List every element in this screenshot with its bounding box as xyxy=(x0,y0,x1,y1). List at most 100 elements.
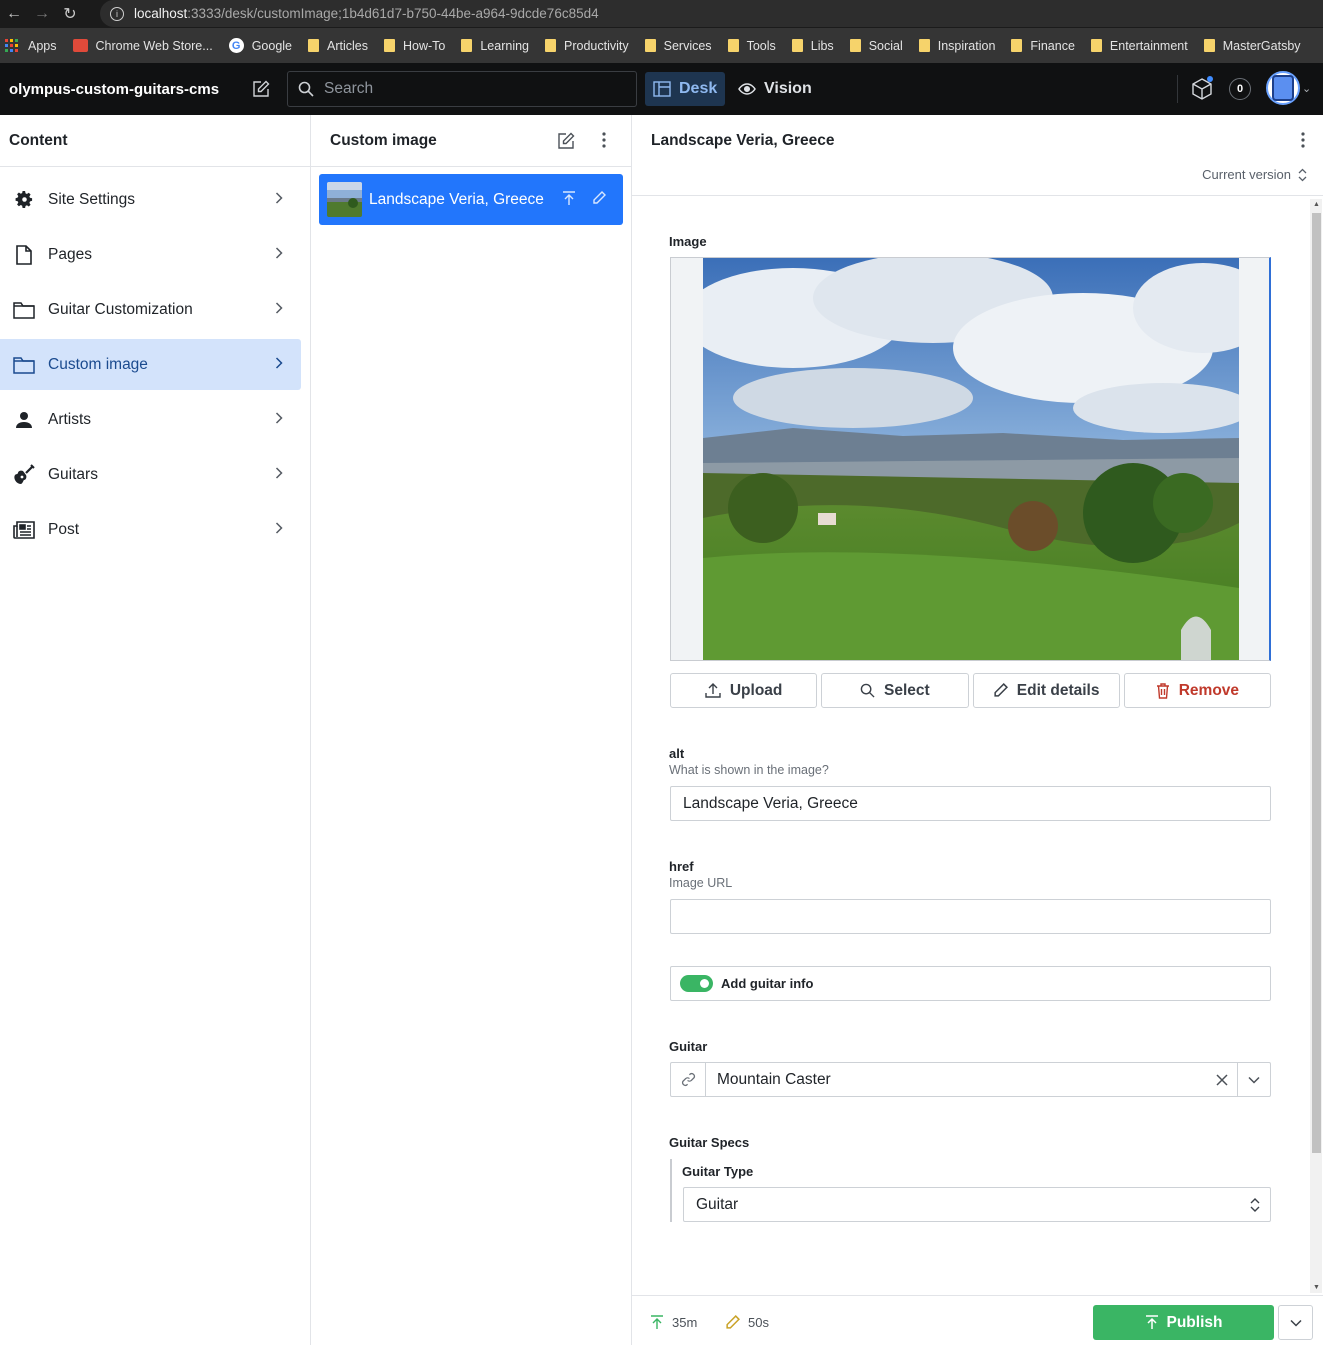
bookmark-folder[interactable]: Social xyxy=(849,39,903,53)
bookmark-label: Finance xyxy=(1030,38,1075,53)
compose-icon[interactable] xyxy=(252,80,270,98)
desk-icon xyxy=(653,81,671,97)
href-input[interactable] xyxy=(670,899,1271,934)
select-button[interactable]: Select xyxy=(821,673,969,708)
forward-icon[interactable]: → xyxy=(28,0,56,28)
search-placeholder: Search xyxy=(324,80,374,97)
alt-input[interactable]: Landscape Veria, Greece xyxy=(670,786,1271,821)
bookmark-folder[interactable]: Articles xyxy=(308,39,368,53)
add-guitar-info-toggle[interactable] xyxy=(680,975,713,992)
upload-button-label: Upload xyxy=(729,681,783,699)
edited-status: 50s xyxy=(725,1315,769,1330)
bookmark-label: Google xyxy=(251,38,292,53)
guitar-type-select[interactable]: Guitar xyxy=(683,1187,1271,1222)
kebab-menu-icon[interactable] xyxy=(602,132,606,148)
tool-vision[interactable]: Vision xyxy=(738,72,812,106)
kebab-menu-icon[interactable] xyxy=(1301,132,1305,148)
chevron-right-icon xyxy=(275,302,283,314)
sidebar-item-pages[interactable]: Pages xyxy=(0,229,301,280)
link-icon[interactable] xyxy=(671,1063,706,1096)
image-preview[interactable] xyxy=(670,257,1271,661)
navbar-divider xyxy=(1177,75,1178,103)
sidebar-item-label: Post xyxy=(48,520,80,538)
chevron-right-icon xyxy=(275,192,283,204)
bookmark-apps[interactable]: Apps xyxy=(5,38,57,53)
folder-icon xyxy=(644,39,656,52)
folder-icon xyxy=(1203,39,1215,52)
bookmark-folder[interactable]: How-To xyxy=(383,39,445,53)
publish-button[interactable]: Publish xyxy=(1093,1305,1274,1340)
bookmark-folder[interactable]: MasterGatsby xyxy=(1203,39,1301,53)
edit-details-button[interactable]: Edit details xyxy=(972,673,1120,708)
image-actions: Upload Select Edit details Remove xyxy=(670,673,1271,708)
bookmark-google[interactable]: G Google xyxy=(228,38,292,53)
editor-scrollbar[interactable]: ▲ ▼ xyxy=(1310,199,1322,1293)
notification-count[interactable]: 0 xyxy=(1229,78,1251,100)
updown-chevron-icon xyxy=(1298,168,1307,181)
scroll-up-icon[interactable]: ▲ xyxy=(1313,201,1320,208)
chevron-down-icon[interactable] xyxy=(1237,1063,1270,1096)
sidebar-item-custom-image[interactable]: Custom image xyxy=(0,339,301,390)
alt-field-label: alt xyxy=(669,746,685,761)
updown-chevron-icon xyxy=(1250,1198,1260,1212)
sidebar-item-guitar-customization[interactable]: Guitar Customization xyxy=(0,284,301,335)
chevron-down-icon[interactable]: ⌄ xyxy=(1302,82,1311,95)
list-pane-header: Custom image xyxy=(311,115,631,167)
sidebar-item-guitars[interactable]: Guitars xyxy=(0,449,301,500)
href-field-description: Image URL xyxy=(669,876,733,890)
bookmark-label: Apps xyxy=(28,38,57,53)
bookmarks-bar: Apps Chrome Web Store... G Google Articl… xyxy=(0,28,1323,63)
bookmark-folder[interactable]: Inspiration xyxy=(918,39,995,53)
user-icon xyxy=(13,409,35,431)
bookmark-folder[interactable]: Libs xyxy=(791,39,834,53)
sidebar-item-artists[interactable]: Artists xyxy=(0,394,301,445)
close-icon[interactable] xyxy=(1207,1073,1237,1086)
publish-icon xyxy=(1145,1315,1158,1329)
update-indicator xyxy=(1207,76,1213,82)
folder-icon xyxy=(461,39,473,52)
guitar-reference-input[interactable]: Mountain Caster xyxy=(670,1062,1271,1097)
compose-icon[interactable] xyxy=(557,132,575,150)
studio-navbar: olympus-custom-guitars-cms Search Desk V… xyxy=(0,63,1323,115)
address-bar[interactable]: i localhost:3333/desk/customImage;1b4d61… xyxy=(100,0,1323,27)
folder-icon xyxy=(849,39,861,52)
search-input[interactable]: Search xyxy=(287,71,637,107)
bookmark-chrome-store[interactable]: Chrome Web Store... xyxy=(72,39,213,53)
sidebar-item-post[interactable]: Post xyxy=(0,504,301,555)
editor-header-divider xyxy=(632,195,1323,196)
bookmark-folder[interactable]: Tools xyxy=(727,39,776,53)
package-icon[interactable] xyxy=(1192,78,1212,105)
folder-icon xyxy=(308,39,319,52)
tool-vision-label: Vision xyxy=(764,80,812,97)
bookmark-label: Productivity xyxy=(564,38,629,53)
studio-brand[interactable]: olympus-custom-guitars-cms xyxy=(9,81,219,98)
folder-icon xyxy=(727,39,739,52)
site-info-icon[interactable]: i xyxy=(110,6,124,21)
back-icon[interactable]: ← xyxy=(0,0,28,28)
document-list-item[interactable]: Landscape Veria, Greece xyxy=(319,174,623,225)
bookmark-folder[interactable]: Learning xyxy=(461,39,529,53)
gear-icon xyxy=(13,189,35,211)
scroll-down-icon[interactable]: ▼ xyxy=(1313,1284,1320,1291)
folder-icon xyxy=(13,354,35,376)
document-actions-menu-button[interactable] xyxy=(1278,1305,1313,1340)
publish-button-label: Publish xyxy=(1166,1313,1223,1331)
sidebar-item-site-settings[interactable]: Site Settings xyxy=(0,174,301,225)
bookmark-folder[interactable]: Productivity xyxy=(545,39,629,53)
upload-button[interactable]: Upload xyxy=(670,673,818,708)
bookmark-label: Services xyxy=(663,38,712,53)
chevron-right-icon xyxy=(275,357,283,369)
remove-button[interactable]: Remove xyxy=(1123,673,1271,708)
folder-icon xyxy=(13,299,35,321)
scrollbar-thumb[interactable] xyxy=(1312,213,1321,1153)
bookmark-folder[interactable]: Entertainment xyxy=(1090,39,1188,53)
search-icon xyxy=(298,81,314,97)
avatar[interactable] xyxy=(1266,71,1300,105)
tool-desk[interactable]: Desk xyxy=(645,72,725,106)
bookmark-folder[interactable]: Finance xyxy=(1011,38,1075,53)
url-path: :3333/desk/customImage;1b4d61d7-b750-44b… xyxy=(187,6,599,21)
bookmark-folder[interactable]: Services xyxy=(644,38,712,53)
version-selector[interactable]: Current version xyxy=(1202,167,1307,182)
url-host: localhost xyxy=(134,6,188,21)
reload-icon[interactable]: ↻ xyxy=(56,0,84,28)
